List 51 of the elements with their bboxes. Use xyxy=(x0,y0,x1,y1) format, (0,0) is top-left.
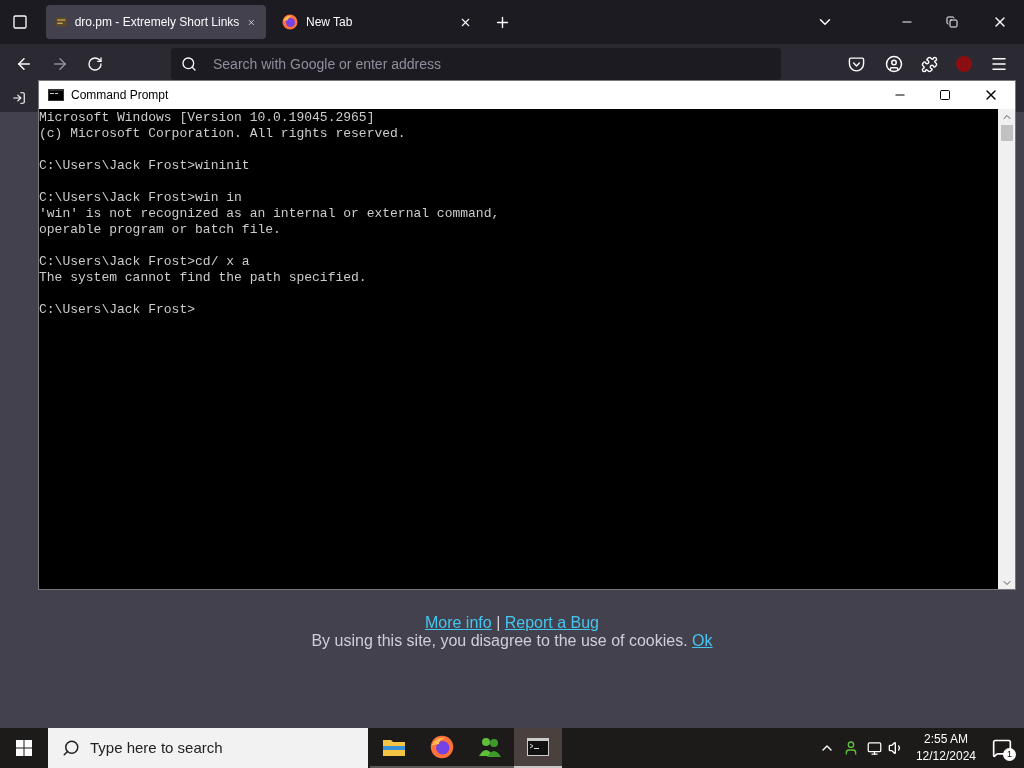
console-line: C:\Users\Jack Frost> xyxy=(39,302,197,318)
taskbar-search-field[interactable]: Type here to search xyxy=(48,728,368,768)
ok-link[interactable]: Ok xyxy=(692,632,713,649)
clock-time: 2:55 AM xyxy=(923,731,968,748)
people-icon xyxy=(478,736,502,758)
notification-count: 1 xyxy=(1003,748,1016,761)
console-line: operable program or batch file. xyxy=(39,222,282,238)
tab-title: dro.pm - Extremely Short Links xyxy=(74,14,240,31)
reload-icon[interactable] xyxy=(87,56,103,72)
console-icon xyxy=(48,89,64,101)
notification-icon[interactable] xyxy=(992,738,1012,758)
window-title: Command Prompt xyxy=(71,87,169,104)
address-bar[interactable]: Search with Google or enter address xyxy=(171,48,781,80)
clock-date: 12/12/2024 xyxy=(915,748,976,765)
console-line: C:\Users\Jack Frost>win in xyxy=(39,190,243,206)
maximize-icon[interactable] xyxy=(939,89,951,101)
console-line: 'win' is not recognized as an internal or external command, xyxy=(39,206,501,222)
search-icon xyxy=(62,739,80,757)
report-bug-link[interactable]: Report a Bug xyxy=(504,614,599,631)
console-line: Microsoft Windows [Version 10.0.19045.2965] xyxy=(39,110,376,126)
site-favicon-icon xyxy=(56,15,67,29)
browser-tab[interactable]: dro.pm - Extremely Short Links xyxy=(46,5,266,39)
scroll-thumb[interactable] xyxy=(1000,125,1013,141)
console-line: C:\Users\Jack Frost>cd/ x a xyxy=(39,254,251,270)
windows-logo-icon xyxy=(16,740,32,756)
back-icon[interactable] xyxy=(15,55,33,73)
tab-list-icon[interactable] xyxy=(12,14,28,30)
clock[interactable]: 2:55 AM 12/12/2024 xyxy=(911,731,980,765)
import-icon[interactable] xyxy=(12,91,26,105)
more-info-link[interactable]: More info xyxy=(424,614,492,631)
pocket-icon[interactable] xyxy=(848,55,865,73)
console-line: C:\Users\Jack Frost>wininit xyxy=(39,158,251,174)
search-icon xyxy=(181,56,197,72)
console-line: (c) Microsoft Corporation. All rights reserved. xyxy=(39,126,407,142)
folder-icon xyxy=(383,738,405,756)
scrollbar[interactable] xyxy=(998,109,1015,589)
firefox-icon xyxy=(430,735,454,759)
console-icon xyxy=(527,738,549,756)
separator: | xyxy=(495,614,502,631)
restore-icon[interactable] xyxy=(946,16,958,28)
forward-icon[interactable] xyxy=(51,55,69,73)
menu-icon[interactable] xyxy=(990,55,1008,73)
extensions-icon[interactable] xyxy=(921,55,938,73)
tab-title: New Tab xyxy=(306,14,354,31)
browser-tab[interactable]: New Tab xyxy=(272,5,482,39)
account-icon[interactable] xyxy=(885,55,903,73)
cookie-notice: By using this site, you disagree to the use of cookies. xyxy=(311,632,688,649)
console-line: The system cannot find the path specified. xyxy=(39,270,368,286)
search-placeholder: Type here to search xyxy=(90,737,223,758)
address-placeholder: Search with Google or enter address xyxy=(213,54,441,74)
firefox-icon xyxy=(282,14,298,30)
